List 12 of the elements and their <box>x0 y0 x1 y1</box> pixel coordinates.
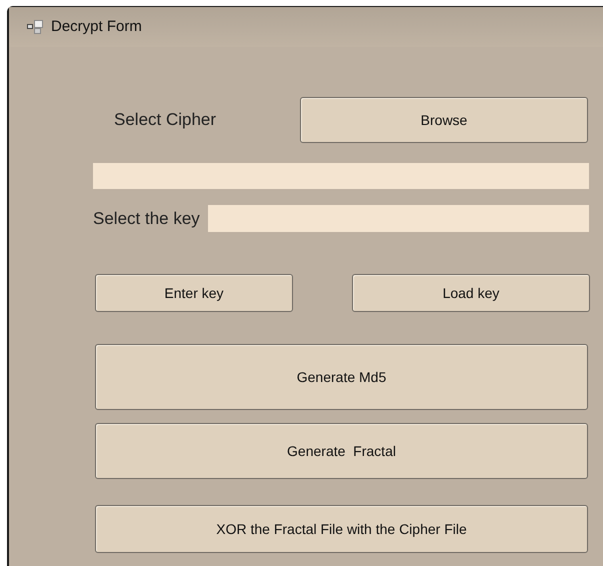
cipher-path-field[interactable] <box>93 163 589 189</box>
field-label: Select the key <box>93 208 200 230</box>
key-field[interactable] <box>208 205 589 232</box>
window-title: Decrypt Form <box>51 16 142 37</box>
action-button[interactable]: Generate Md5 <box>95 344 588 410</box>
action-button[interactable]: XOR the Fractal File with the Cipher File <box>95 505 588 553</box>
browse-button[interactable]: Browse <box>300 97 588 143</box>
field-label: Select Cipher <box>114 109 218 132</box>
window-icon <box>27 20 43 34</box>
key-button[interactable]: Load key <box>352 274 590 312</box>
action-button[interactable]: Generate Fractal <box>95 423 588 479</box>
key-button[interactable]: Enter key <box>95 274 293 312</box>
